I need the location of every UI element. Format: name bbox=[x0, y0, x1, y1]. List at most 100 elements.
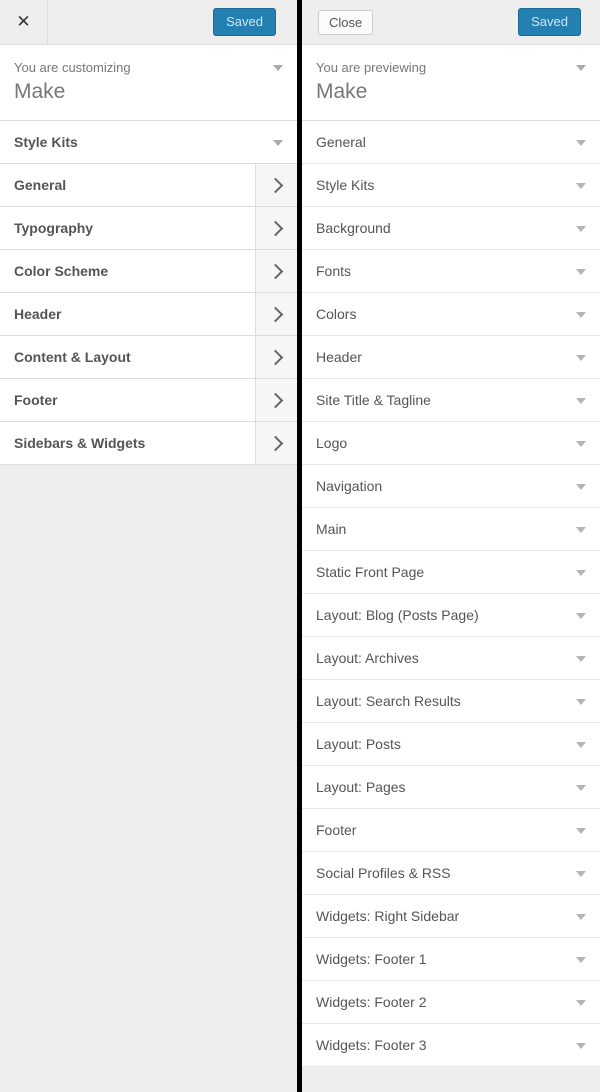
chevron-right-icon[interactable] bbox=[255, 379, 297, 421]
panel-item-label: Navigation bbox=[316, 478, 383, 494]
panel-item-label: Layout: Search Results bbox=[316, 693, 461, 709]
panel-item-label: Widgets: Footer 1 bbox=[316, 951, 427, 967]
chevron-right-icon[interactable] bbox=[255, 207, 297, 249]
customizer-panel-left: ✕ Saved You are customizing Make Style K… bbox=[0, 0, 297, 1092]
chevron-right-glyph bbox=[267, 349, 283, 365]
chevron-right-icon[interactable] bbox=[255, 422, 297, 464]
caret-down-icon bbox=[576, 269, 586, 275]
sidebar-item-typography[interactable]: Typography bbox=[0, 207, 297, 250]
left-panel-filler bbox=[0, 465, 297, 1092]
left-section-list: Style Kits General Typography Color Scheme H… bbox=[0, 121, 297, 465]
customizer-panel-right: Close Saved You are previewing Make Gene… bbox=[302, 0, 600, 1092]
chevron-right-glyph bbox=[267, 220, 283, 236]
panel-item-label: Layout: Blog (Posts Page) bbox=[316, 607, 479, 623]
panel-item-navigation[interactable]: Navigation bbox=[302, 465, 600, 508]
panel-item-label: Logo bbox=[316, 435, 348, 451]
caret-down-icon bbox=[576, 398, 586, 404]
save-button[interactable]: Saved bbox=[518, 8, 581, 36]
panel-item-label: Layout: Posts bbox=[316, 736, 401, 752]
right-info-block[interactable]: You are previewing Make bbox=[302, 45, 600, 121]
chevron-right-icon[interactable] bbox=[255, 336, 297, 378]
panel-item-colors[interactable]: Colors bbox=[302, 293, 600, 336]
panel-item-label: Colors bbox=[316, 306, 357, 322]
left-info-block[interactable]: You are customizing Make bbox=[0, 45, 297, 121]
sidebar-item-label: General bbox=[14, 177, 67, 193]
chevron-right-icon[interactable] bbox=[255, 250, 297, 292]
sidebar-item-content-layout[interactable]: Content & Layout bbox=[0, 336, 297, 379]
panel-item-label: Widgets: Footer 3 bbox=[316, 1037, 427, 1053]
sidebar-item-header[interactable]: Header bbox=[0, 293, 297, 336]
panel-item-layout-posts[interactable]: Layout: Posts bbox=[302, 723, 600, 766]
close-button[interactable]: Close bbox=[318, 10, 374, 35]
sidebar-item-label: Color Scheme bbox=[14, 263, 109, 279]
caret-down-icon bbox=[576, 699, 586, 705]
caret-down-icon bbox=[576, 785, 586, 791]
chevron-right-icon[interactable] bbox=[255, 164, 297, 206]
caret-down-icon bbox=[576, 484, 586, 490]
panel-item-header[interactable]: Header bbox=[302, 336, 600, 379]
chevron-right-glyph bbox=[267, 263, 283, 279]
right-info-title: Make bbox=[316, 80, 368, 103]
panel-item-main[interactable]: Main bbox=[302, 508, 600, 551]
caret-down-icon bbox=[576, 355, 586, 361]
caret-down-icon bbox=[273, 65, 283, 71]
panel-item-layout-blog-posts-page[interactable]: Layout: Blog (Posts Page) bbox=[302, 594, 600, 637]
right-info-subtitle: You are previewing bbox=[316, 60, 427, 75]
sidebar-item-label: Content & Layout bbox=[14, 349, 131, 365]
panel-item-label: Site Title & Tagline bbox=[316, 392, 431, 408]
panel-item-label: Widgets: Footer 2 bbox=[316, 994, 427, 1010]
panel-item-layout-pages[interactable]: Layout: Pages bbox=[302, 766, 600, 809]
panel-item-label: Header bbox=[316, 349, 362, 365]
caret-down-icon bbox=[576, 527, 586, 533]
panel-item-general[interactable]: General bbox=[302, 121, 600, 164]
close-customizer-button[interactable]: ✕ bbox=[0, 0, 48, 44]
sidebar-item-label: Sidebars & Widgets bbox=[14, 435, 146, 451]
chevron-right-glyph bbox=[267, 306, 283, 322]
panel-item-widgets-footer-2[interactable]: Widgets: Footer 2 bbox=[302, 981, 600, 1024]
sidebar-item-color-scheme[interactable]: Color Scheme bbox=[0, 250, 297, 293]
sidebar-item-sidebars-widgets[interactable]: Sidebars & Widgets bbox=[0, 422, 297, 465]
caret-down-icon bbox=[576, 871, 586, 877]
panel-item-label: Background bbox=[316, 220, 391, 236]
panel-item-label: Layout: Pages bbox=[316, 779, 406, 795]
chevron-right-glyph bbox=[267, 177, 283, 193]
panel-item-site-title-tagline[interactable]: Site Title & Tagline bbox=[302, 379, 600, 422]
right-panel-topbar: Close Saved bbox=[302, 0, 600, 45]
panel-item-social-profiles-rss[interactable]: Social Profiles & RSS bbox=[302, 852, 600, 895]
panel-item-label: Style Kits bbox=[316, 177, 375, 193]
sidebar-item-general[interactable]: General bbox=[0, 164, 297, 207]
panel-item-widgets-footer-3[interactable]: Widgets: Footer 3 bbox=[302, 1024, 600, 1067]
panel-item-layout-archives[interactable]: Layout: Archives bbox=[302, 637, 600, 680]
panel-item-background[interactable]: Background bbox=[302, 207, 600, 250]
panel-item-label: Social Profiles & RSS bbox=[316, 865, 451, 881]
panel-item-label: Layout: Archives bbox=[316, 650, 419, 666]
save-button[interactable]: Saved bbox=[213, 8, 276, 36]
panel-item-widgets-right-sidebar[interactable]: Widgets: Right Sidebar bbox=[302, 895, 600, 938]
caret-down-icon bbox=[576, 441, 586, 447]
left-panel-topbar: ✕ Saved bbox=[0, 0, 297, 45]
sidebar-item-label: Typography bbox=[14, 220, 94, 236]
caret-down-icon bbox=[576, 656, 586, 662]
sidebar-item-label: Header bbox=[14, 306, 62, 322]
panel-item-footer[interactable]: Footer bbox=[302, 809, 600, 852]
panel-item-label: Static Front Page bbox=[316, 564, 425, 580]
customizer-screen: ✕ Saved You are customizing Make Style K… bbox=[0, 0, 600, 1092]
panel-item-label: General bbox=[316, 134, 366, 150]
caret-down-icon bbox=[576, 1043, 586, 1049]
panel-item-widgets-footer-1[interactable]: Widgets: Footer 1 bbox=[302, 938, 600, 981]
caret-down-icon bbox=[576, 65, 586, 71]
panel-item-static-front-page[interactable]: Static Front Page bbox=[302, 551, 600, 594]
panel-item-fonts[interactable]: Fonts bbox=[302, 250, 600, 293]
panel-item-label: Fonts bbox=[316, 263, 352, 279]
caret-down-icon bbox=[576, 140, 586, 146]
caret-down-icon bbox=[273, 140, 283, 146]
caret-down-icon bbox=[576, 570, 586, 576]
panel-item-label: Main bbox=[316, 521, 347, 537]
chevron-right-icon[interactable] bbox=[255, 293, 297, 335]
sidebar-item-footer[interactable]: Footer bbox=[0, 379, 297, 422]
sidebar-item-style-kits[interactable]: Style Kits bbox=[0, 121, 297, 164]
panel-item-layout-search-results[interactable]: Layout: Search Results bbox=[302, 680, 600, 723]
chevron-right-glyph bbox=[267, 392, 283, 408]
panel-item-logo[interactable]: Logo bbox=[302, 422, 600, 465]
panel-item-style-kits[interactable]: Style Kits bbox=[302, 164, 600, 207]
